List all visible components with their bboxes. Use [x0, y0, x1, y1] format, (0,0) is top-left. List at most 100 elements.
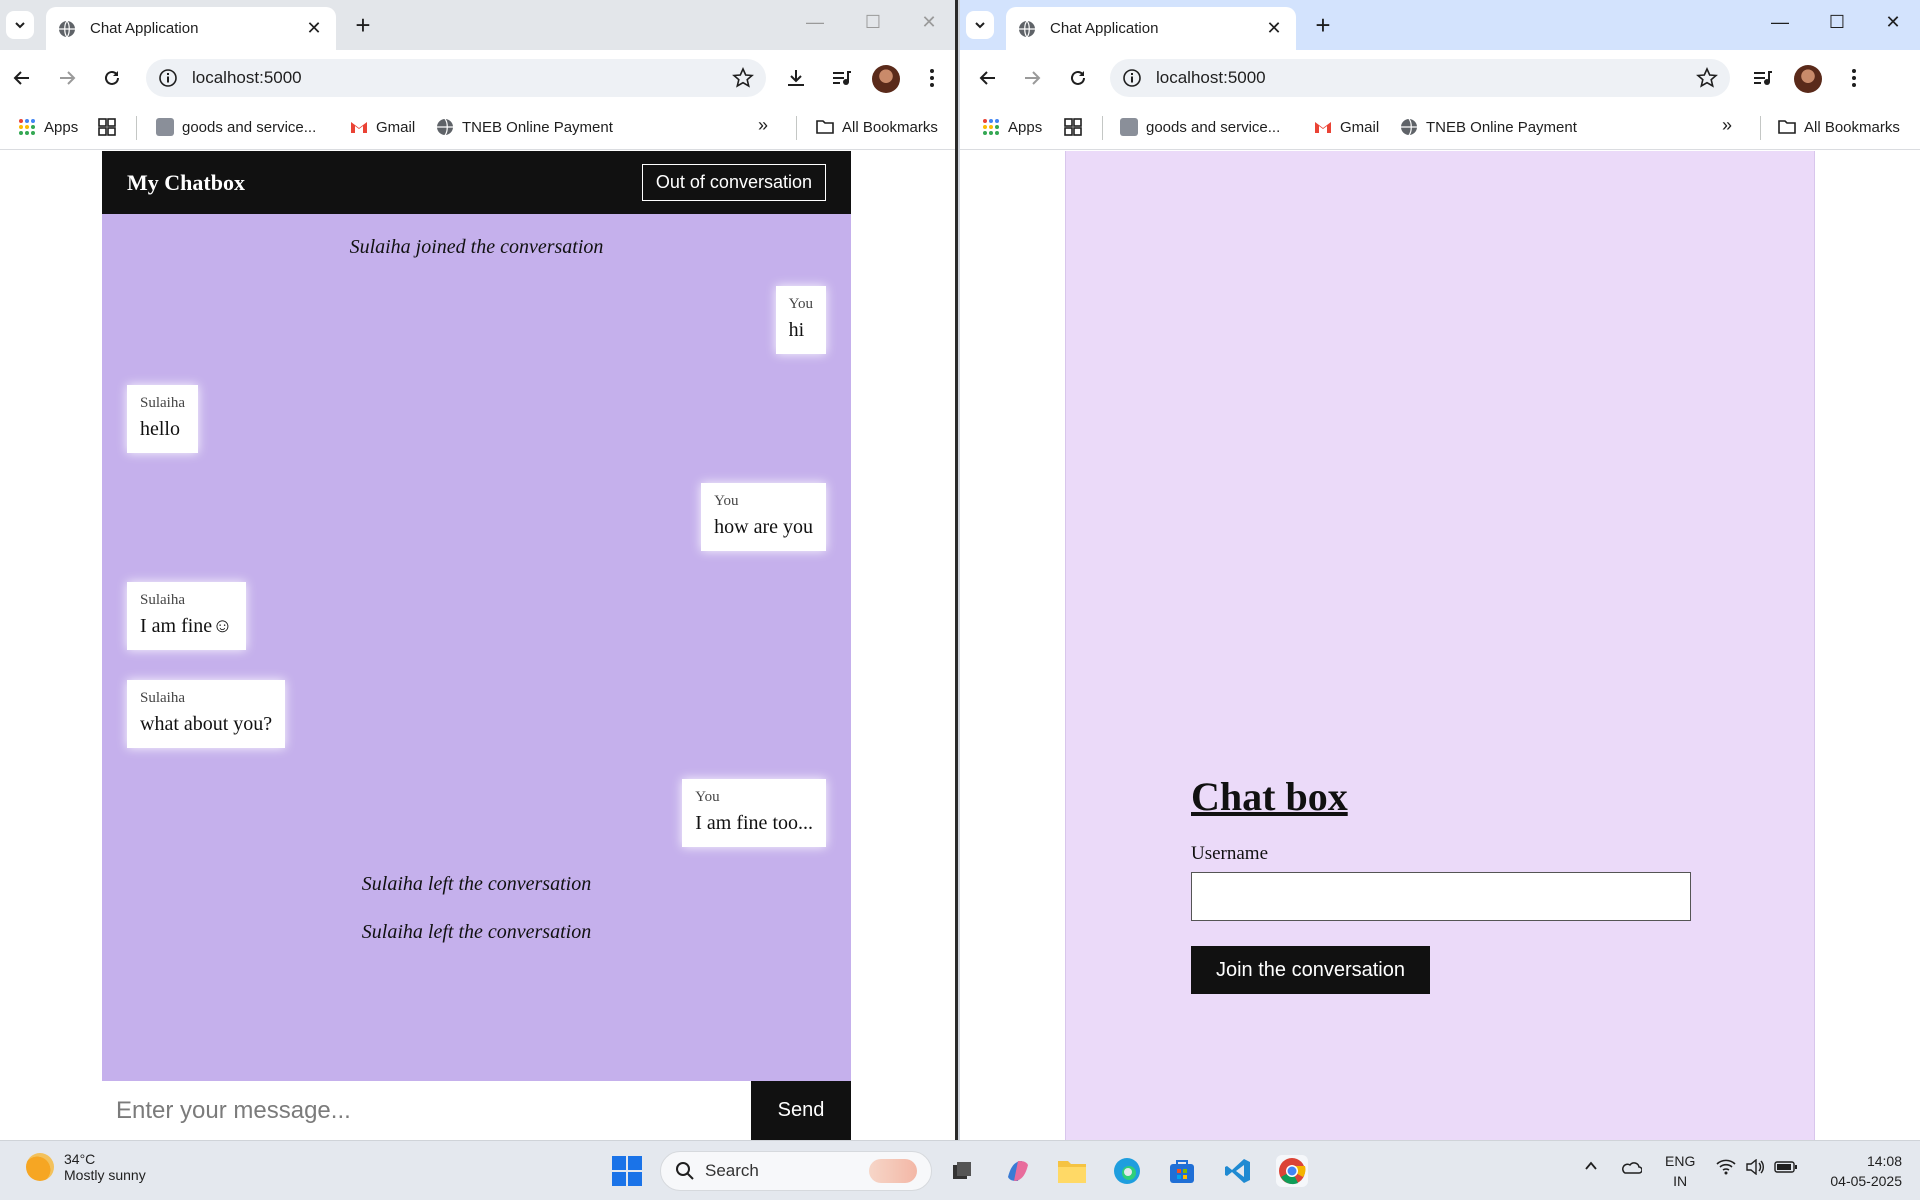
- more-bookmarks-button[interactable]: »: [758, 115, 768, 136]
- bookmark-gmail[interactable]: Gmail: [350, 118, 415, 136]
- bookmarks-bar: Apps goods and service... Gmail TNEB Onl…: [960, 106, 1920, 150]
- send-button[interactable]: Send: [751, 1081, 851, 1140]
- taskbar: 34°C Mostly sunny Search ENG IN 14:08 04…: [0, 1140, 1920, 1200]
- store-icon[interactable]: [1166, 1155, 1198, 1187]
- all-bookmarks-button[interactable]: All Bookmarks: [816, 118, 938, 136]
- address-bar[interactable]: localhost:5000: [146, 59, 766, 97]
- all-bookmarks-button[interactable]: All Bookmarks: [1778, 118, 1900, 136]
- tab-strip: Chat Application ✕ + — ☐ ✕: [960, 0, 1920, 50]
- bookmark-goods[interactable]: goods and service...: [1120, 118, 1280, 136]
- bookmark-gmail[interactable]: Gmail: [1314, 118, 1379, 136]
- menu-kebab-icon[interactable]: [1842, 66, 1866, 90]
- close-window-button[interactable]: ✕: [914, 12, 944, 33]
- tab-chat-application[interactable]: Chat Application ✕: [46, 7, 336, 50]
- message-text: hello: [140, 418, 180, 440]
- minimize-button[interactable]: —: [800, 12, 830, 33]
- url-text: localhost:5000: [1156, 68, 1266, 87]
- weather-widget[interactable]: 34°C Mostly sunny: [26, 1151, 146, 1183]
- bookmark-apps[interactable]: Apps: [18, 118, 78, 136]
- language-code: ENG: [1665, 1153, 1696, 1169]
- task-view-icon[interactable]: [946, 1155, 978, 1187]
- bookmarks-bar: Apps goods and service... Gmail TNEB Onl…: [0, 106, 955, 150]
- more-bookmarks-label: »: [1722, 115, 1733, 135]
- globe-icon: [1401, 118, 1417, 136]
- wifi-icon[interactable]: [1716, 1159, 1736, 1178]
- bookmark-apps[interactable]: Apps: [982, 118, 1042, 136]
- reload-icon: [105, 70, 119, 85]
- bookmark-gmail-label: Gmail: [376, 118, 416, 136]
- profile-avatar[interactable]: [1794, 65, 1822, 93]
- forward-button[interactable]: [1018, 64, 1046, 92]
- site-info-icon[interactable]: [158, 68, 178, 88]
- join-conversation-button[interactable]: Join the conversation: [1191, 946, 1430, 994]
- profile-avatar[interactable]: [872, 65, 900, 93]
- message-text: how are you: [714, 516, 813, 538]
- close-window-button[interactable]: ✕: [1878, 12, 1908, 33]
- forward-arrow-icon: [60, 71, 76, 85]
- message-composer: Send: [102, 1081, 851, 1140]
- site-info-icon[interactable]: [1122, 68, 1142, 88]
- back-button[interactable]: [974, 64, 1002, 92]
- message-text: I am fine☺: [140, 615, 233, 637]
- volume-icon[interactable]: [1745, 1158, 1765, 1178]
- bookmark-goods[interactable]: goods and service...: [156, 118, 316, 136]
- tab-search-button[interactable]: [6, 11, 34, 39]
- message-bubble: You how are you: [701, 483, 826, 551]
- reload-button[interactable]: [1064, 64, 1092, 92]
- battery-icon[interactable]: [1774, 1159, 1798, 1178]
- exit-conversation-button[interactable]: Out of conversation: [641, 164, 826, 201]
- bookmark-tneb-label: TNEB Online Payment: [1426, 118, 1577, 136]
- search-icon: [676, 1162, 694, 1180]
- more-bookmarks-button[interactable]: »: [1722, 115, 1732, 136]
- bookmark-star-icon[interactable]: [1696, 67, 1718, 89]
- forward-button[interactable]: [53, 64, 81, 92]
- maximize-button[interactable]: ☐: [858, 12, 888, 33]
- bookmark-tneb[interactable]: TNEB Online Payment: [436, 118, 613, 136]
- tab-search-button[interactable]: [966, 11, 994, 39]
- system-clock[interactable]: 14:08 04-05-2025: [1830, 1151, 1902, 1191]
- sun-icon: [26, 1153, 54, 1181]
- chevron-down-icon: [975, 22, 985, 29]
- chat-title: My Chatbox: [127, 169, 245, 195]
- bookmark-star-icon[interactable]: [732, 67, 754, 89]
- maximize-button[interactable]: ☐: [1822, 12, 1852, 33]
- weather-description: Mostly sunny: [64, 1167, 146, 1183]
- back-button[interactable]: [8, 64, 36, 92]
- browser-toolbar: localhost:5000: [960, 50, 1920, 106]
- new-tab-button[interactable]: +: [1308, 10, 1338, 40]
- media-controls-icon[interactable]: [1750, 66, 1774, 90]
- downloads-icon[interactable]: [784, 66, 808, 90]
- address-bar[interactable]: localhost:5000: [1110, 59, 1730, 97]
- weather-temperature: 34°C: [64, 1151, 96, 1167]
- start-button[interactable]: [612, 1156, 642, 1186]
- vscode-icon[interactable]: [1222, 1155, 1254, 1187]
- chrome-icon[interactable]: [1276, 1155, 1308, 1187]
- menu-kebab-icon[interactable]: [920, 66, 944, 90]
- bookmark-tneb-label: TNEB Online Payment: [462, 118, 613, 136]
- file-explorer-icon[interactable]: [1056, 1155, 1088, 1187]
- media-controls-icon[interactable]: [829, 66, 853, 90]
- tab-groups-icon[interactable]: [98, 118, 124, 136]
- reload-button[interactable]: [98, 64, 126, 92]
- bookmark-tneb[interactable]: TNEB Online Payment: [1400, 118, 1577, 136]
- bookmark-goods-label: goods and service...: [1146, 118, 1281, 136]
- copilot-icon[interactable]: [1002, 1155, 1034, 1187]
- username-input[interactable]: [1191, 872, 1691, 921]
- search-label: Search: [705, 1161, 759, 1180]
- onedrive-icon[interactable]: [1620, 1159, 1643, 1178]
- taskbar-search[interactable]: Search: [660, 1151, 932, 1191]
- tab-groups-icon[interactable]: [1064, 118, 1090, 136]
- tab-chat-application[interactable]: Chat Application ✕: [1006, 7, 1296, 50]
- bookmark-goods-label: goods and service...: [182, 118, 317, 136]
- message-input[interactable]: [102, 1081, 751, 1140]
- clock-date: 04-05-2025: [1830, 1173, 1902, 1189]
- url-text: localhost:5000: [192, 68, 302, 87]
- close-tab-icon[interactable]: ✕: [304, 18, 324, 39]
- message-text: what about you?: [140, 713, 273, 735]
- close-tab-icon[interactable]: ✕: [1264, 18, 1284, 39]
- minimize-button[interactable]: —: [1765, 12, 1795, 33]
- language-indicator[interactable]: ENG IN: [1665, 1151, 1695, 1191]
- edge-icon[interactable]: [1111, 1155, 1143, 1187]
- new-tab-button[interactable]: +: [348, 10, 378, 40]
- show-hidden-icons-button[interactable]: [1584, 1159, 1598, 1176]
